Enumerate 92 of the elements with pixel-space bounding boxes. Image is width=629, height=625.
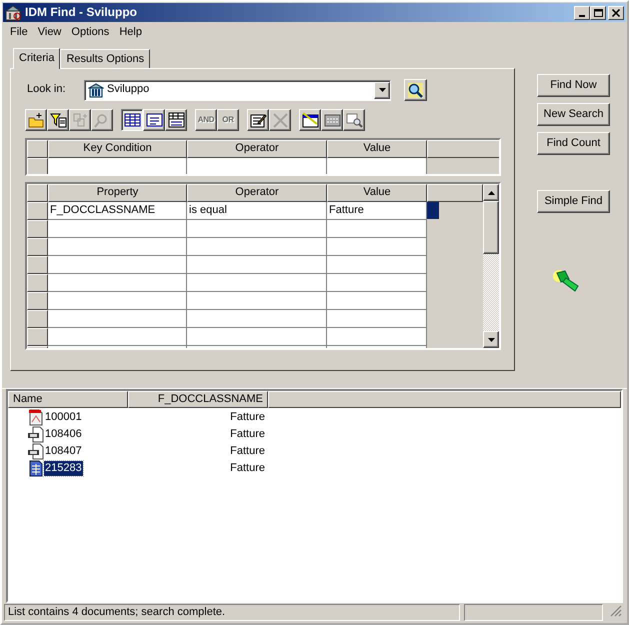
scroll-down-button[interactable] bbox=[483, 331, 499, 348]
table-cell[interactable] bbox=[48, 220, 187, 238]
table-cell[interactable]: is equal bbox=[187, 202, 327, 220]
table-cell[interactable] bbox=[48, 238, 187, 256]
resize-grip-icon bbox=[610, 605, 622, 617]
table-cell[interactable] bbox=[187, 220, 327, 238]
table-cell[interactable]: Fatture bbox=[327, 202, 427, 220]
action-button[interactable]: Simple Find bbox=[537, 190, 610, 213]
table-cell[interactable] bbox=[327, 310, 427, 328]
pages-icon bbox=[72, 112, 88, 128]
cross-icon bbox=[272, 112, 288, 128]
document-icon bbox=[28, 426, 44, 443]
tab[interactable]: Results Options bbox=[60, 48, 150, 68]
table-icon bbox=[324, 112, 340, 128]
flashlight-icon bbox=[551, 269, 581, 293]
field-label: Look in: bbox=[27, 83, 67, 97]
list-item[interactable]: 215283 bbox=[44, 460, 83, 476]
menu-item[interactable]: View bbox=[34, 25, 68, 41]
action-button[interactable]: New Search bbox=[537, 103, 610, 126]
minimize-button[interactable] bbox=[574, 6, 590, 20]
table-cell-text: Fatture bbox=[229, 444, 266, 458]
table-cell-text: Fatture bbox=[229, 428, 266, 442]
folder-icon bbox=[28, 112, 44, 128]
combo-value: Sviluppo bbox=[107, 83, 150, 97]
column-header: F_DOCCLASSNAME bbox=[128, 391, 268, 408]
table-cell[interactable] bbox=[187, 274, 327, 292]
list-item[interactable]: 108406 bbox=[44, 426, 83, 442]
menu-item[interactable]: Help bbox=[115, 25, 148, 41]
column-header: Property bbox=[48, 184, 187, 202]
table-cell[interactable] bbox=[327, 256, 427, 274]
status-text: List contains 4 documents; search complete. bbox=[4, 604, 460, 621]
table-cell[interactable] bbox=[187, 292, 327, 310]
table-cell[interactable] bbox=[48, 292, 187, 310]
table-cell[interactable] bbox=[327, 238, 427, 256]
filter-icon bbox=[50, 112, 66, 128]
action-button[interactable]: Find Count bbox=[537, 132, 610, 155]
menu-item[interactable]: Options bbox=[67, 25, 116, 41]
table-cell-text: Fatture bbox=[229, 410, 266, 424]
table-icon bbox=[302, 112, 318, 128]
table-cell[interactable] bbox=[48, 256, 187, 274]
table-cell[interactable] bbox=[48, 310, 187, 328]
list-item[interactable]: 100001 bbox=[44, 410, 83, 426]
table-cell[interactable] bbox=[327, 220, 427, 238]
table-cell[interactable] bbox=[48, 158, 187, 174]
table-cell[interactable] bbox=[187, 256, 327, 274]
up-arrow-icon bbox=[488, 190, 494, 194]
document-icon bbox=[28, 409, 44, 426]
toolbar-button[interactable] bbox=[121, 109, 143, 131]
table-cell[interactable] bbox=[187, 328, 327, 346]
close-icon bbox=[612, 8, 620, 16]
pencil-icon bbox=[250, 112, 266, 128]
building-icon bbox=[5, 4, 21, 20]
column-header: Operator bbox=[187, 140, 327, 158]
menu-item[interactable]: File bbox=[6, 25, 34, 41]
column-header: Value bbox=[327, 184, 427, 202]
grid-icon bbox=[124, 112, 140, 128]
action-button[interactable]: Find Now bbox=[537, 74, 610, 97]
table-cell[interactable]: F_DOCCLASSNAME bbox=[48, 202, 187, 220]
column-header: Value bbox=[327, 140, 427, 158]
column-header: Operator bbox=[187, 184, 327, 202]
minimize-icon bbox=[579, 14, 585, 16]
table-cell[interactable] bbox=[327, 328, 427, 346]
maximize-button[interactable] bbox=[590, 6, 606, 20]
scroll-up-button[interactable] bbox=[483, 184, 499, 201]
caret-icon bbox=[378, 88, 386, 92]
tab[interactable]: Criteria bbox=[13, 48, 60, 69]
building-icon bbox=[88, 82, 104, 98]
document-icon bbox=[28, 443, 44, 460]
document-icon bbox=[28, 460, 44, 477]
table-cell[interactable] bbox=[327, 158, 427, 174]
table-cell[interactable] bbox=[48, 274, 187, 292]
list-icon bbox=[146, 112, 162, 128]
scroll-thumb[interactable] bbox=[483, 201, 499, 254]
table-cell[interactable] bbox=[327, 274, 427, 292]
window-title: IDM Find - Sviluppo bbox=[25, 5, 138, 20]
magnifier-icon bbox=[407, 82, 424, 98]
down-arrow-icon bbox=[488, 338, 494, 342]
browse-button[interactable] bbox=[404, 79, 427, 101]
maximize-icon bbox=[594, 8, 602, 16]
preview-icon bbox=[346, 112, 362, 128]
table-cell[interactable] bbox=[187, 158, 327, 174]
table-cell[interactable] bbox=[187, 310, 327, 328]
look-in-dropdown[interactable]: Sviluppo bbox=[84, 80, 391, 100]
table-cell[interactable] bbox=[48, 328, 187, 346]
table-cell-text: Fatture bbox=[229, 462, 266, 476]
table-cell[interactable] bbox=[327, 292, 427, 310]
column-header: Name bbox=[8, 391, 128, 408]
column-header: Key Condition bbox=[48, 140, 187, 158]
close-button[interactable] bbox=[608, 6, 624, 20]
list-item[interactable]: 108407 bbox=[44, 444, 83, 460]
table-cell[interactable] bbox=[187, 238, 327, 256]
table-icon bbox=[168, 112, 184, 128]
